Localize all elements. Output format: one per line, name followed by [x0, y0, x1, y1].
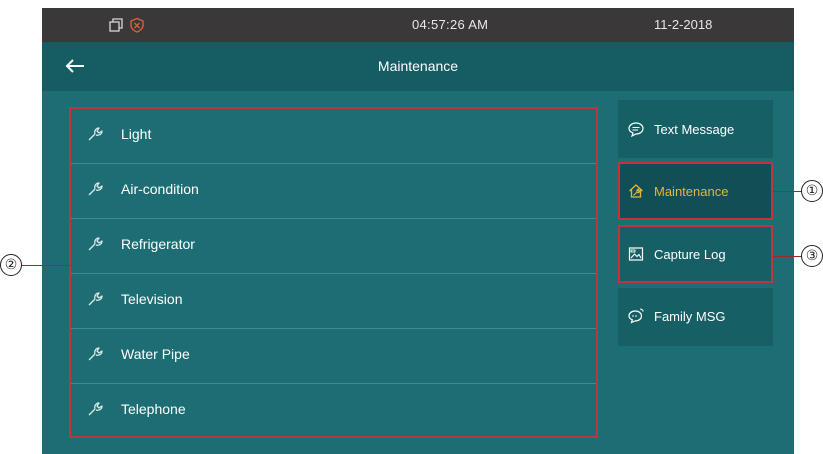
list-item-air-condition[interactable]: Air-condition [71, 164, 596, 219]
wrench-icon [88, 347, 103, 361]
family-msg-label: Family MSG [654, 309, 726, 324]
intercom-screen: 04:57:26 AM 11-2-2018 Maintenance Light … [42, 8, 794, 454]
wrench-icon [88, 127, 103, 141]
maintenance-label: Maintenance [654, 184, 729, 199]
callout-2: ② [0, 254, 22, 276]
list-item-refrigerator[interactable]: Refrigerator [71, 219, 596, 274]
wrench-icon [88, 402, 103, 416]
clock-date: 11-2-2018 [654, 17, 713, 32]
page-title: Maintenance [377, 58, 459, 74]
house-wrench-icon [629, 184, 643, 198]
callout-1-line [773, 191, 803, 192]
callout-3: ③ [801, 245, 823, 267]
list-item-label: Water Pipe [121, 346, 190, 362]
wrench-icon [88, 182, 103, 196]
list-item-light[interactable]: Light [71, 109, 596, 164]
wrench-icon [88, 292, 103, 306]
list-item-label: Air-condition [121, 181, 199, 197]
callout-1: ① [801, 180, 823, 202]
list-item-television[interactable]: Television [71, 274, 596, 329]
family-message-icon [628, 308, 644, 324]
text-message-button[interactable]: Text Message [618, 100, 773, 158]
list-item-label: Telephone [121, 401, 186, 417]
title-bar: Maintenance [42, 42, 794, 91]
callout-3-line [773, 256, 803, 257]
maintenance-list: Light Air-condition Refrigerator Televis… [69, 107, 598, 438]
chat-bubble-icon [628, 122, 644, 137]
list-item-label: Television [121, 291, 183, 307]
shield-icon [130, 17, 144, 33]
capture-log-button[interactable]: Capture Log [618, 225, 773, 283]
family-msg-button[interactable]: Family MSG [618, 288, 773, 346]
list-item-label: Refrigerator [121, 236, 195, 252]
callout-2-line [20, 265, 70, 266]
capture-log-label: Capture Log [654, 247, 726, 262]
clock-time: 04:57:26 AM [412, 17, 489, 32]
wrench-icon [88, 237, 103, 251]
image-icon [628, 247, 644, 261]
text-message-label: Text Message [654, 122, 735, 137]
list-item-telephone[interactable]: Telephone [71, 384, 596, 439]
list-item-water-pipe[interactable]: Water Pipe [71, 329, 596, 384]
window-icon [109, 18, 123, 32]
status-bar: 04:57:26 AM 11-2-2018 [42, 8, 794, 42]
maintenance-button[interactable]: Maintenance [618, 162, 773, 220]
list-item-label: Light [121, 126, 152, 142]
